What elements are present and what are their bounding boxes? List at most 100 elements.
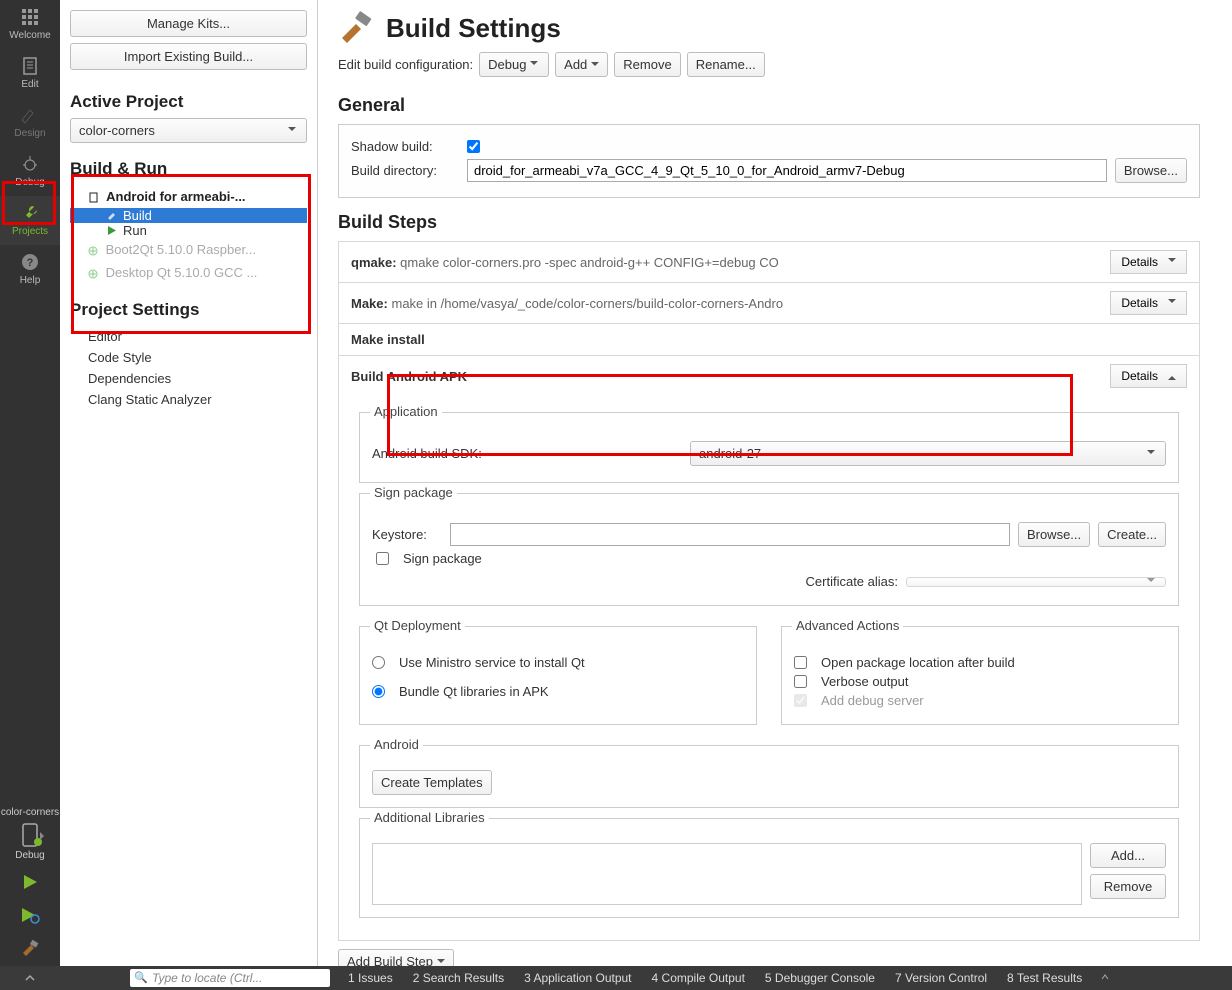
status-toggle[interactable] — [0, 971, 60, 985]
kit-desktop[interactable]: Desktop Qt 5.10.0 GCC ... — [70, 261, 307, 284]
sign-package-checkbox[interactable] — [376, 552, 389, 565]
ministro-label: Use Ministro service to install Qt — [399, 655, 585, 670]
keystore-input[interactable] — [450, 523, 1010, 546]
kit-android-label: Android for armeabi-... — [106, 189, 245, 204]
ps-editor[interactable]: Editor — [70, 326, 307, 347]
mode-edit[interactable]: Edit — [0, 49, 60, 98]
step-make-details[interactable]: Details — [1110, 291, 1187, 315]
debug-server-checkbox — [794, 694, 807, 707]
ps-dependencies[interactable]: Dependencies — [70, 368, 307, 389]
qt-deploy-title: Qt Deployment — [370, 618, 465, 633]
keystore-create[interactable]: Create... — [1098, 522, 1166, 547]
step-make: Make: make in /home/vasya/_code/color-co… — [338, 283, 1200, 324]
kit-boot2qt-label: Boot2Qt 5.10.0 Raspber... — [106, 242, 256, 257]
tree-build[interactable]: Build — [70, 208, 307, 223]
remove-config-button[interactable]: Remove — [614, 52, 680, 77]
sb-compile-output[interactable]: 4 Compile Output — [642, 971, 755, 985]
advanced-actions-group: Advanced Actions Open package location a… — [781, 626, 1179, 725]
svg-text:?: ? — [27, 257, 34, 269]
mode-edit-label: Edit — [21, 79, 38, 90]
step-qmake: qmake: qmake color-corners.pro -spec and… — [338, 241, 1200, 283]
projects-sidebar: Manage Kits... Import Existing Build... … — [60, 0, 318, 966]
add-config-button[interactable]: Add — [555, 52, 608, 77]
kit-selector[interactable]: color-corners Debug — [0, 803, 60, 867]
wrench-icon — [19, 202, 41, 224]
add-build-step-button[interactable]: Add Build Step — [338, 949, 454, 966]
step-qmake-details[interactable]: Details — [1110, 250, 1187, 274]
design-icon — [19, 104, 41, 126]
verbose-label: Verbose output — [821, 674, 908, 689]
general-heading: General — [338, 95, 1200, 116]
step-make-desc: make in /home/vasya/_code/color-corners/… — [391, 296, 783, 311]
add-lib-button[interactable]: Add... — [1090, 843, 1166, 868]
import-build-button[interactable]: Import Existing Build... — [70, 43, 307, 70]
active-project-combo[interactable]: color-corners — [70, 118, 307, 143]
mode-design[interactable]: Design — [0, 98, 60, 147]
ministro-radio[interactable] — [372, 656, 385, 669]
mode-projects[interactable]: Projects — [0, 196, 60, 245]
additional-libs-list[interactable] — [372, 843, 1082, 905]
mode-help[interactable]: ? Help — [0, 245, 60, 294]
mode-bar: Welcome Edit Design Debug Projects ? Hel… — [0, 0, 60, 966]
keystore-label: Keystore: — [372, 527, 442, 542]
shadow-build-checkbox[interactable] — [467, 140, 480, 153]
build-dir-input[interactable] — [467, 159, 1107, 182]
mode-projects-label: Projects — [12, 226, 48, 237]
debug-server-label: Add debug server — [821, 693, 924, 708]
device-icon — [88, 192, 99, 203]
plus-icon — [88, 269, 98, 279]
step-qmake-desc: qmake color-corners.pro -spec android-g+… — [400, 255, 779, 270]
sb-app-output[interactable]: 3 Application Output — [514, 971, 641, 985]
active-project-value: color-corners — [79, 123, 155, 138]
run-debug-button[interactable] — [0, 900, 60, 933]
chevron-icon — [24, 974, 36, 982]
status-bar: Type to locate (Ctrl... 1 Issues 2 Searc… — [0, 966, 1232, 990]
document-icon — [19, 55, 41, 77]
bundle-radio[interactable] — [372, 685, 385, 698]
qt-deployment-group: Qt Deployment Use Ministro service to in… — [359, 626, 757, 725]
kit-name-label: color-corners — [1, 807, 59, 818]
tree-run[interactable]: Run — [70, 223, 307, 238]
manage-kits-button[interactable]: Manage Kits... — [70, 10, 307, 37]
mode-welcome[interactable]: Welcome — [0, 0, 60, 49]
general-panel: Shadow build: Build directory: Browse... — [338, 124, 1200, 198]
step-build-apk-label: Build Android APK — [351, 369, 467, 384]
sb-search[interactable]: 2 Search Results — [403, 971, 514, 985]
remove-lib-button[interactable]: Remove — [1090, 874, 1166, 899]
step-make-install-label: Make install — [351, 332, 425, 347]
tree-build-label: Build — [123, 208, 152, 223]
config-combo[interactable]: Debug — [479, 52, 549, 77]
keystore-browse[interactable]: Browse... — [1018, 522, 1090, 547]
sb-version-control[interactable]: 7 Version Control — [885, 971, 997, 985]
sb-debugger[interactable]: 5 Debugger Console — [755, 971, 885, 985]
run-button[interactable] — [0, 867, 60, 900]
sdk-combo[interactable]: android-27 — [690, 441, 1166, 466]
application-group-title: Application — [370, 404, 442, 419]
mode-debug[interactable]: Debug — [0, 147, 60, 196]
sign-package-title: Sign package — [370, 485, 457, 500]
build-dir-browse-button[interactable]: Browse... — [1115, 158, 1187, 183]
open-pkg-checkbox[interactable] — [794, 656, 807, 669]
rename-config-button[interactable]: Rename... — [687, 52, 765, 77]
create-templates-button[interactable]: Create Templates — [372, 770, 492, 795]
kit-android[interactable]: Android for armeabi-... — [70, 185, 307, 208]
verbose-checkbox[interactable] — [794, 675, 807, 688]
tree-run-label: Run — [123, 223, 147, 238]
sb-test-results[interactable]: 8 Test Results — [997, 971, 1092, 985]
sb-close[interactable] — [1092, 971, 1118, 985]
wrench-small-icon — [106, 210, 117, 221]
build-button[interactable] — [0, 933, 60, 966]
active-project-heading: Active Project — [70, 92, 307, 112]
kit-boot2qt[interactable]: Boot2Qt 5.10.0 Raspber... — [70, 238, 307, 261]
mode-design-label: Design — [14, 128, 45, 139]
application-group: Application Android build SDK: android-2… — [359, 412, 1179, 483]
ps-clang-analyzer[interactable]: Clang Static Analyzer — [70, 389, 307, 410]
cert-alias-combo[interactable] — [906, 577, 1166, 587]
sign-package-chk-label: Sign package — [403, 551, 482, 566]
step-apk-details[interactable]: Details — [1110, 364, 1187, 388]
locator-input[interactable]: Type to locate (Ctrl... — [130, 969, 330, 987]
phone-icon — [16, 822, 44, 848]
bundle-label: Bundle Qt libraries in APK — [399, 684, 549, 699]
ps-code-style[interactable]: Code Style — [70, 347, 307, 368]
sb-issues[interactable]: 1 Issues — [338, 971, 403, 985]
